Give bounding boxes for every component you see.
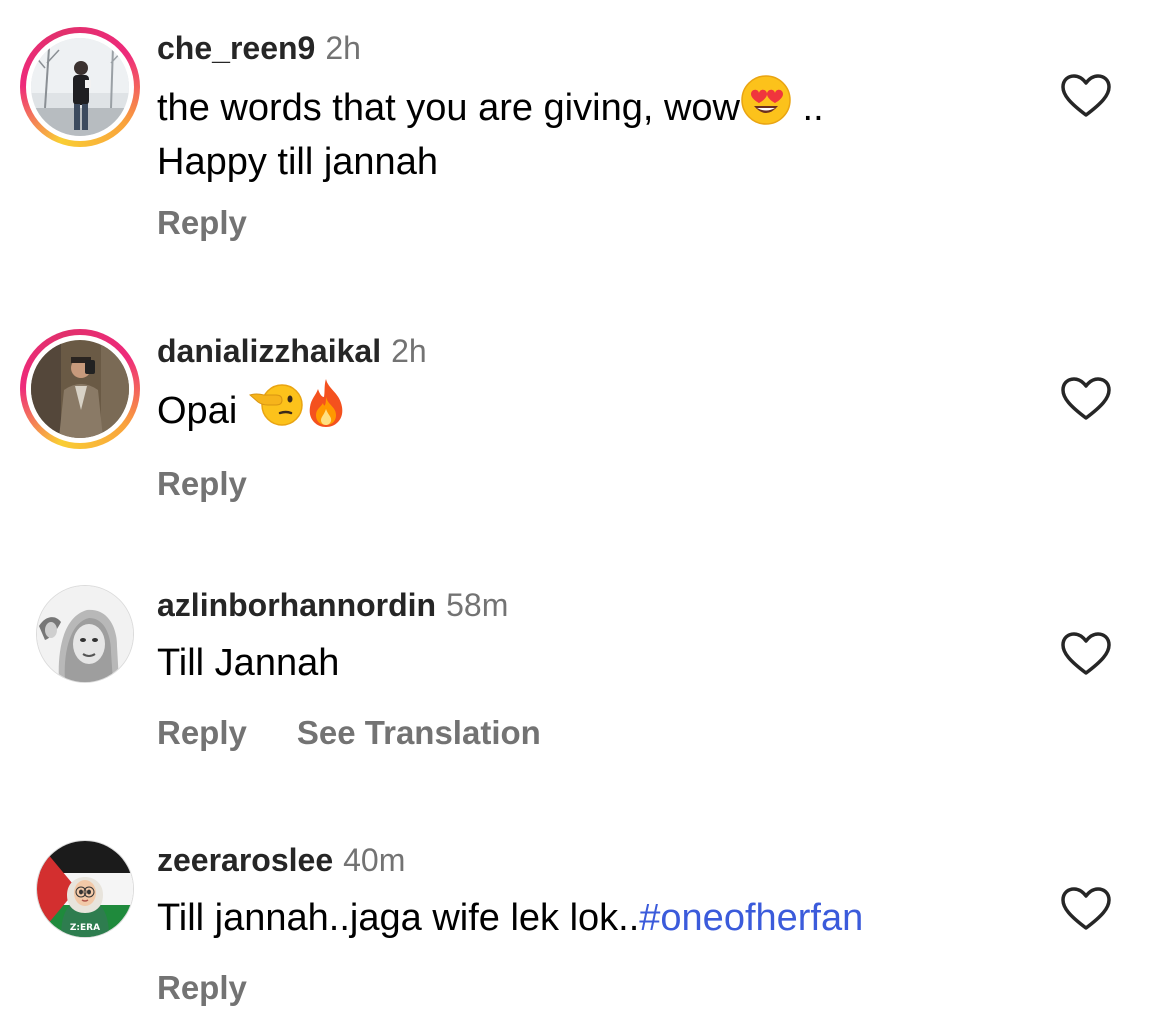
avatar[interactable] xyxy=(20,569,140,689)
comment-text: the words that you are giving, wow .. Ha… xyxy=(157,75,824,186)
hashtag-link[interactable]: #oneofherfan xyxy=(639,897,863,939)
comment-actions: Reply xyxy=(157,464,247,504)
see-translation-button[interactable]: See Translation xyxy=(297,714,541,751)
reply-button[interactable]: Reply xyxy=(157,465,247,502)
heart-outline-icon[interactable] xyxy=(1060,631,1112,677)
comment-text: Till Jannah xyxy=(157,639,339,687)
avatar-image xyxy=(31,38,129,136)
heart-eyes-emoji xyxy=(740,74,792,138)
reply-button[interactable]: Reply xyxy=(157,714,247,751)
comment-header: che_reen9 2h xyxy=(157,28,361,68)
fire-emoji xyxy=(304,377,348,441)
username-link[interactable]: che_reen9 xyxy=(157,30,315,66)
avatar[interactable] xyxy=(20,329,140,449)
heart-outline-icon[interactable] xyxy=(1060,73,1112,119)
comment-header: azlinborhannordin 58m xyxy=(157,585,508,625)
username-link[interactable]: danializzhaikal xyxy=(157,333,381,369)
comment-text-line: Till jannah..jaga wife lek lok.. xyxy=(157,897,640,939)
username-link[interactable]: zeeraroslee xyxy=(157,842,333,878)
comment-time: 2h xyxy=(391,333,427,369)
heart-outline-icon[interactable] xyxy=(1060,886,1112,932)
avatar[interactable] xyxy=(20,27,140,147)
comment-text-line: Opai xyxy=(157,390,248,433)
comment-actions: Reply See Translation xyxy=(157,713,541,753)
avatar-image xyxy=(31,340,129,438)
comment-time: 40m xyxy=(343,842,406,878)
comment-text-line: Till Jannah xyxy=(157,642,340,684)
username-link[interactable]: azlinborhannordin xyxy=(157,587,436,623)
pointing-face-emoji xyxy=(248,377,304,441)
comment-actions: Reply xyxy=(157,203,247,243)
avatar-badge-text: Z:ERA xyxy=(70,923,100,933)
heart-outline-icon[interactable] xyxy=(1060,376,1112,422)
comment-text-line: Happy till jannah xyxy=(157,141,438,183)
comment-time: 2h xyxy=(325,30,361,66)
comment-text-suffix: .. xyxy=(791,87,824,130)
comment-text-line: the words that you are giving, wow xyxy=(157,87,740,130)
avatar-image: Z:ERA xyxy=(36,840,134,938)
avatar-image xyxy=(36,585,134,683)
comment-header: danializzhaikal 2h xyxy=(157,331,427,371)
reply-button[interactable]: Reply xyxy=(157,969,247,1006)
comment-header: zeeraroslee 40m xyxy=(157,840,405,880)
comment-time: 58m xyxy=(446,587,509,623)
avatar[interactable]: Z:ERA xyxy=(20,824,140,944)
comment-text: Till jannah..jaga wife lek lok..#oneofhe… xyxy=(157,894,863,942)
comment-text: Opai xyxy=(157,379,348,441)
reply-button[interactable]: Reply xyxy=(157,204,247,241)
comment-actions: Reply xyxy=(157,968,247,1008)
